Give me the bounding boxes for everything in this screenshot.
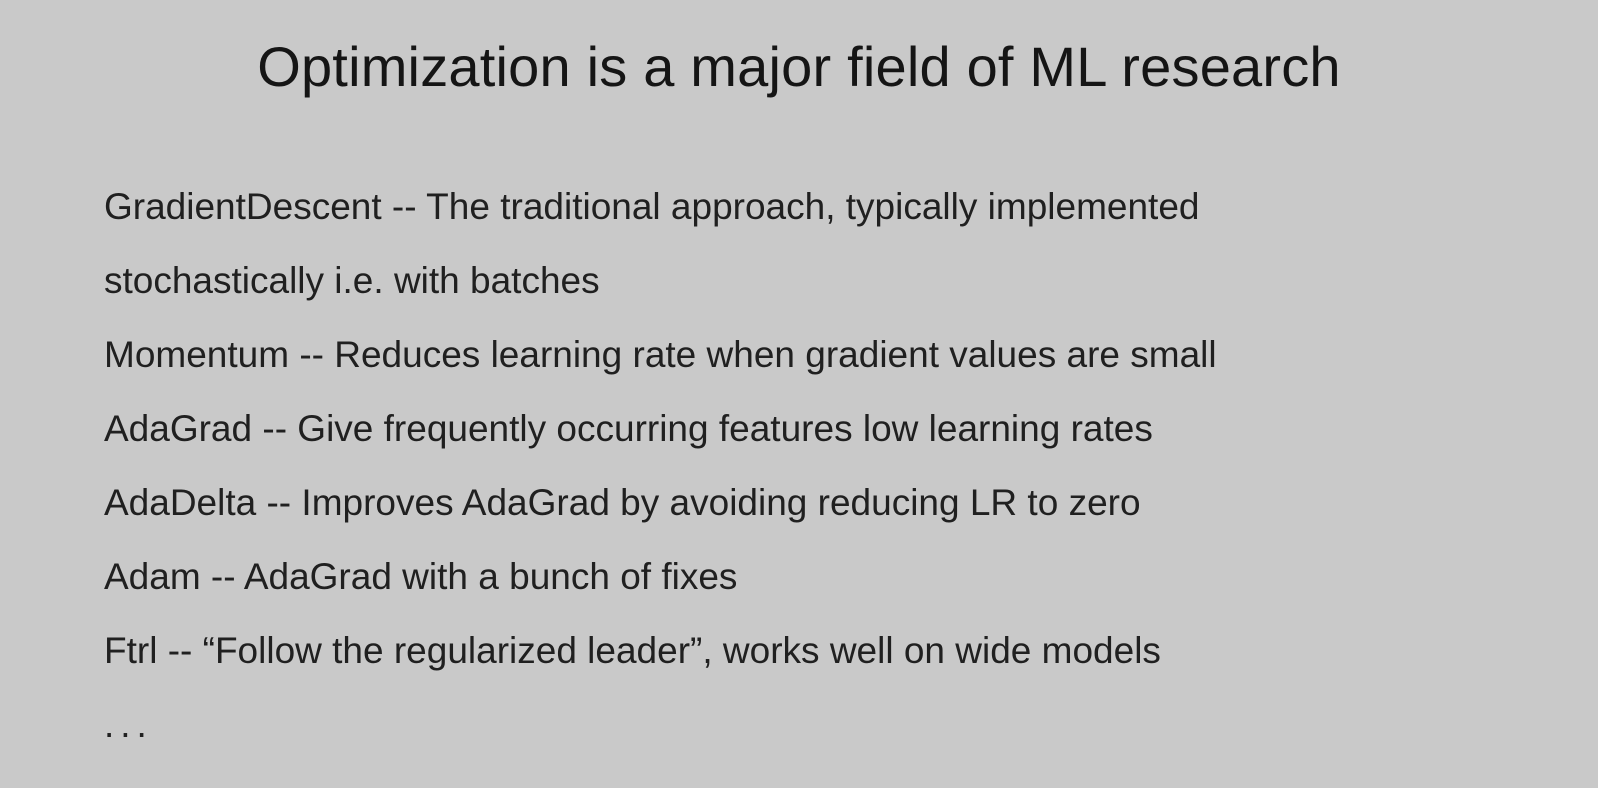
body-line-adam: Adam -- AdaGrad with a bunch of fixes <box>104 556 738 597</box>
body-line-gradient-descent-continued: stochastically i.e. with batches <box>104 260 600 301</box>
body-ellipsis: ... <box>104 704 153 745</box>
body-line-ftrl: Ftrl -- “Follow the regularized leader”,… <box>104 630 1161 671</box>
body-line-adagrad: AdaGrad -- Give frequently occurring fea… <box>104 408 1153 449</box>
slide-title: Optimization is a major field of ML rese… <box>257 35 1341 98</box>
body-line-gradient-descent: GradientDescent -- The traditional appro… <box>104 186 1200 227</box>
body-line-adadelta: AdaDelta -- Improves AdaGrad by avoiding… <box>104 482 1141 523</box>
slide-body: GradientDescent -- The traditional appro… <box>104 170 1524 762</box>
slide: Optimization is a major field of ML rese… <box>0 0 1598 788</box>
body-line-momentum: Momentum -- Reduces learning rate when g… <box>104 334 1217 375</box>
